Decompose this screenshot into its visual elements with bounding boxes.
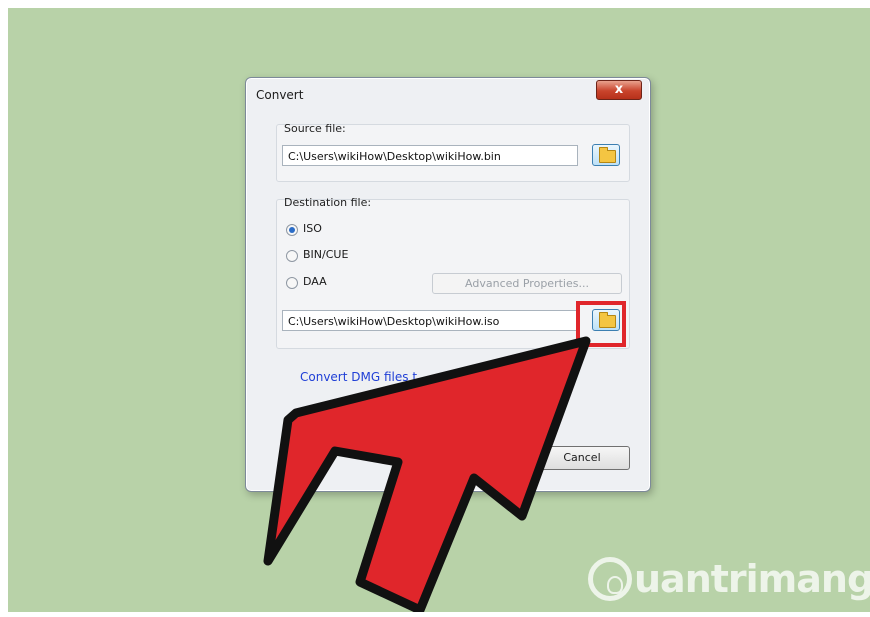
lightbulb-icon [607,576,623,594]
watermark-logo [588,557,632,601]
background: Convert x Source file: C:\Users\wikiHow\… [8,8,870,612]
pointer-arrow [263,336,591,612]
watermark-text: uantrimang [634,557,870,601]
